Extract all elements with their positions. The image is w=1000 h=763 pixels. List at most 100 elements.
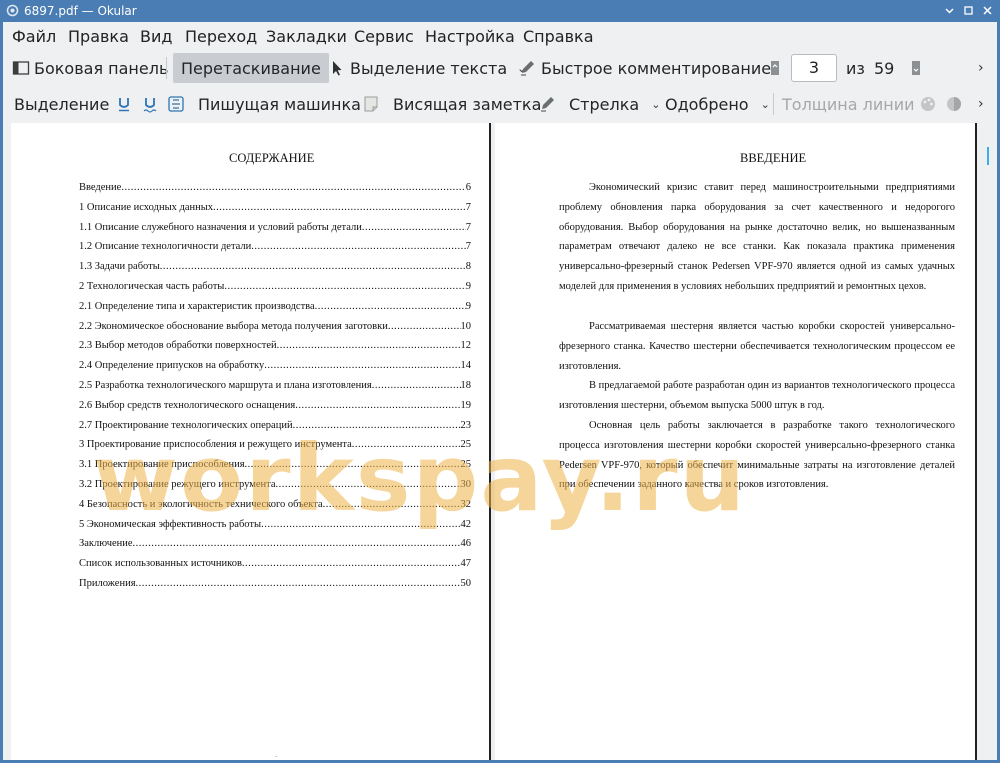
squiggle-tool-button[interactable] <box>141 87 163 121</box>
toc-entry-page: 7 <box>465 221 471 233</box>
minimize-icon[interactable] <box>944 5 955 16</box>
window-client: Файл Правка Вид Переход Закладки Сервис … <box>3 22 997 760</box>
toc-leader-dots <box>372 380 461 395</box>
menu-view[interactable]: Вид <box>140 27 172 46</box>
menu-file[interactable]: Файл <box>12 27 56 46</box>
okular-window: 6897.pdf — Okular Файл Правка Вид Перехо… <box>0 0 1000 763</box>
toc-entry-page: 14 <box>460 360 472 372</box>
page-number-input[interactable]: 3 <box>791 54 837 82</box>
toc-leader-dots <box>136 578 461 593</box>
line-width-label: Толщина линии <box>782 94 915 114</box>
page-total-label: 59 <box>874 58 895 78</box>
toc-entry: Введение 6 <box>79 182 471 197</box>
toc-leader-dots <box>264 360 460 375</box>
quick-annotate-label: Быстрое комментирование <box>541 58 772 78</box>
toc-entry: 2.6 Выбор средств технологического оснащ… <box>79 400 471 415</box>
highlight-tool-button[interactable]: Выделение <box>14 87 109 121</box>
menu-tools[interactable]: Сервис <box>354 27 414 46</box>
toc-leader-dots <box>295 400 460 415</box>
chevron-down-icon[interactable]: ⌄ <box>761 98 770 111</box>
strikeout-tool-button[interactable] <box>167 87 189 121</box>
vertical-scrollbar[interactable] <box>987 147 989 165</box>
toc-entry-title: 1 Описание исходных данных <box>79 201 214 213</box>
introduction-title: ВВЕДЕНИЕ <box>740 151 807 165</box>
toc-leader-dots <box>224 281 465 296</box>
toc-entry-page: 30 <box>460 479 472 490</box>
chevron-down-icon[interactable]: ⌄ <box>651 98 660 111</box>
toc-entry-title: 1.1 Описание служебного назначения и усл… <box>79 221 362 233</box>
toolbar-overflow-icon[interactable]: › <box>978 51 984 85</box>
arrow-label: Стрелка <box>569 94 640 114</box>
next-page-button[interactable] <box>907 51 929 85</box>
toc-entry: 3.1 Проектирование приспособления 25 <box>79 459 471 474</box>
note-tool-button[interactable]: Висящая заметка <box>393 87 541 121</box>
toc-entry: 3 Проектирование приспособления и режуще… <box>79 439 471 454</box>
toc-entry-title: 1.2 Описание технологичности детали <box>79 241 252 253</box>
toc-entry-page: 18 <box>460 380 472 391</box>
toc-entry: 5 Экономическая эффективность работы 42 <box>79 519 471 534</box>
toc-leader-dots <box>352 439 461 454</box>
toc-entry: 1.3 Задачи работы 8 <box>79 261 471 276</box>
typewriter-label: Пишущая машинка <box>198 94 361 114</box>
arrow-tool-button[interactable]: Стрелка ⌄ <box>539 87 660 121</box>
toc-entry-page: 32 <box>460 498 472 510</box>
toc-leader-dots <box>242 558 461 573</box>
intro-paragraph: В предлагаемой работе разработан один из… <box>559 380 955 411</box>
stamp-label: Одобрено <box>665 94 749 114</box>
squiggle-icon <box>143 98 157 113</box>
toc-entry-page: 25 <box>460 459 472 471</box>
toc-entry-title: 2.3 Выбор методов обработки поверхностей <box>79 340 277 352</box>
palette-icon <box>921 97 935 111</box>
quick-annotate-button[interactable]: Быстрое комментирование <box>519 51 771 85</box>
sidebar-toggle-button[interactable]: Боковая панель <box>12 51 168 85</box>
contents-title: СОДЕРЖАНИЕ <box>229 151 315 165</box>
line-width-button: Толщина линии <box>782 87 915 121</box>
toc-entry: 2.3 Выбор методов обработки поверхностей… <box>79 340 471 355</box>
pen-icon <box>521 61 534 76</box>
title-bar: 6897.pdf — Okular <box>0 0 1000 22</box>
toc-entry-page: 47 <box>460 558 472 570</box>
sticky-note-icon <box>364 96 378 112</box>
text-select-tool-button[interactable]: Выделение текста ⌄ <box>328 51 526 85</box>
toc-entry-title: 2.6 Выбор средств технологического оснащ… <box>79 399 296 411</box>
annotation-toolbar: Выделение Пишущая машинка Висящая заметк… <box>3 87 997 121</box>
underline-tool-button[interactable] <box>115 87 137 121</box>
menu-settings[interactable]: Настройка <box>425 27 515 46</box>
menu-go[interactable]: Переход <box>185 27 257 46</box>
note-icon-holder[interactable] <box>362 87 384 121</box>
typewriter-tool-button[interactable]: Пишущая машинка <box>198 87 361 121</box>
toolbar-overflow-icon[interactable]: › <box>978 87 984 121</box>
close-icon[interactable] <box>982 5 993 16</box>
intro-paragraph: Экономический кризис ставит перед машино… <box>559 182 955 292</box>
opacity-button <box>945 87 967 121</box>
toc-entry: 2.7 Проектирование технологических опера… <box>79 420 471 435</box>
browse-tool-button[interactable]: Перетаскивание <box>173 53 329 83</box>
menu-bookmarks[interactable]: Закладки <box>266 27 347 46</box>
stamp-tool-button[interactable]: Одобрено ⌄ <box>665 87 770 121</box>
toc-entry-title: Список использованных источников <box>79 558 242 570</box>
toc-entry-page: 19 <box>460 399 472 411</box>
toc-entry-title: 2.2 Экономическое обоснование выбора мет… <box>79 320 388 332</box>
cursor-icon <box>333 61 342 76</box>
toc-entry-title: 2.7 Проектирование технологических опера… <box>79 419 293 431</box>
toc-entry-title: Заключение <box>79 538 133 550</box>
note-label: Висящая заметка <box>393 94 542 114</box>
toc-entry-page: 46 <box>460 538 472 550</box>
toc-leader-dots <box>362 222 466 237</box>
color-button <box>919 87 941 121</box>
toc-entry: 1.1 Описание служебного назначения и усл… <box>79 222 471 237</box>
menu-help[interactable]: Справка <box>523 27 594 46</box>
toc-entry-page: 6 <box>465 182 471 193</box>
previous-page-button[interactable] <box>766 51 788 85</box>
maximize-icon[interactable] <box>963 5 974 16</box>
okular-app-icon <box>6 4 19 17</box>
toc-entry: 2.4 Определение припусков на обработку 14 <box>79 360 471 375</box>
menu-edit[interactable]: Правка <box>68 27 129 46</box>
menubar: Файл Правка Вид Переход Закладки Сервис … <box>3 22 997 50</box>
main-toolbar: Боковая панель Перетаскивание Выделение … <box>3 51 997 85</box>
toc-entry-page: 23 <box>460 419 472 431</box>
document-view[interactable]: СОДЕРЖАНИЕ Введение 6 1 Описание исходных … <box>3 123 997 760</box>
toc-entry-page: 7 <box>465 201 471 213</box>
toc-entry-title: 3 Проектирование приспособления и режуще… <box>79 439 352 451</box>
toc-entry-title: 2.5 Разработка технологического маршрута… <box>79 380 372 391</box>
